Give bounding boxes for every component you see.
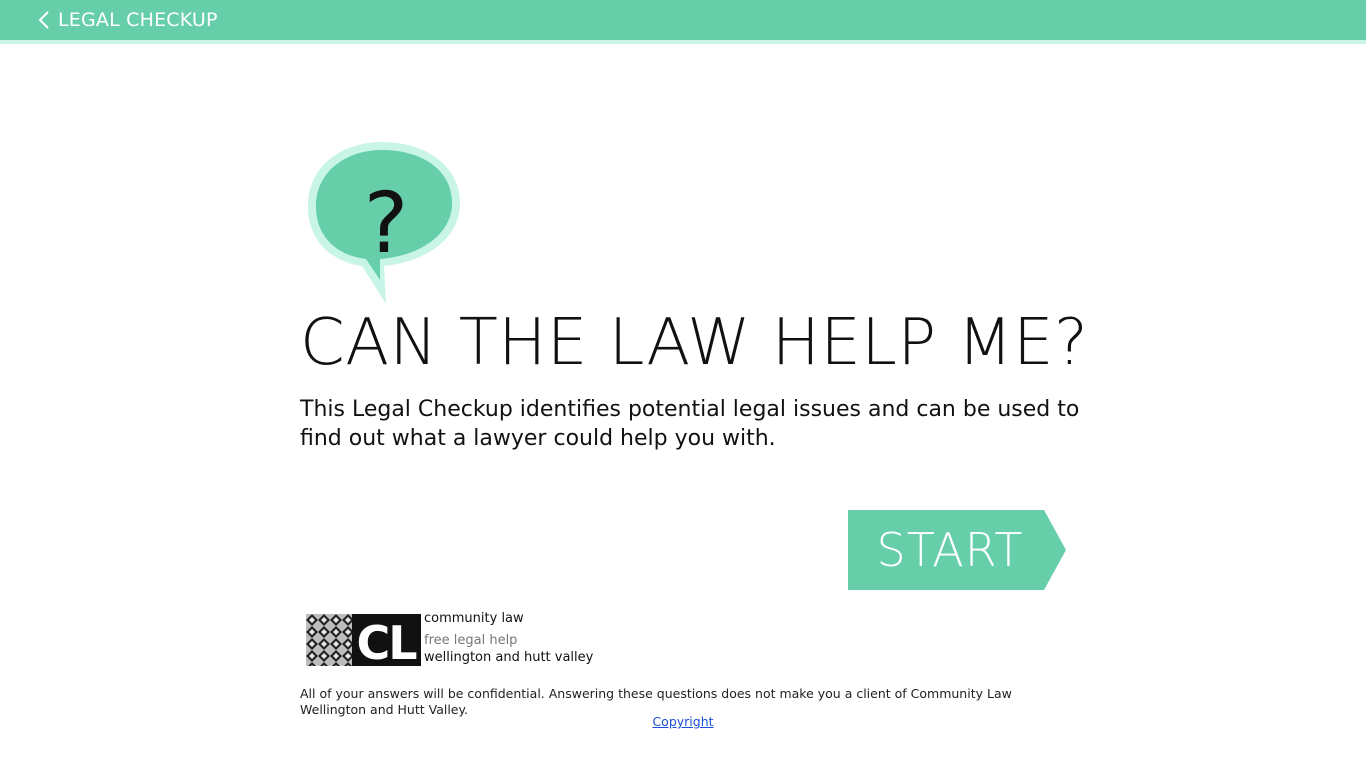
chevron-left-icon	[38, 11, 49, 29]
back-button[interactable]: LEGAL CHECKUP	[38, 0, 218, 40]
page-title: CAN THE LAW HELP ME?	[300, 306, 1089, 380]
copyright-row: Copyright	[0, 714, 1366, 730]
question-speech-bubble-icon: ?	[304, 140, 464, 308]
logo-line-3: wellington and hutt valley	[424, 650, 594, 665]
start-button-label: START	[876, 523, 1024, 577]
community-law-logo: CL community law free legal help welling…	[306, 610, 606, 670]
top-bar: LEGAL CHECKUP	[0, 0, 1366, 44]
bubble-question-mark: ?	[364, 174, 409, 272]
intro-text: This Legal Checkup identifies potential …	[300, 397, 1080, 451]
start-button[interactable]: START	[848, 510, 1068, 590]
back-button-label: LEGAL CHECKUP	[58, 9, 218, 31]
logo-line-2: free legal help	[424, 633, 518, 648]
copyright-link[interactable]: Copyright	[652, 714, 713, 729]
cl-logo-icon: CL	[306, 614, 421, 666]
logo-line-1: community law	[424, 611, 524, 626]
logo-mark-text: CL	[356, 616, 417, 666]
